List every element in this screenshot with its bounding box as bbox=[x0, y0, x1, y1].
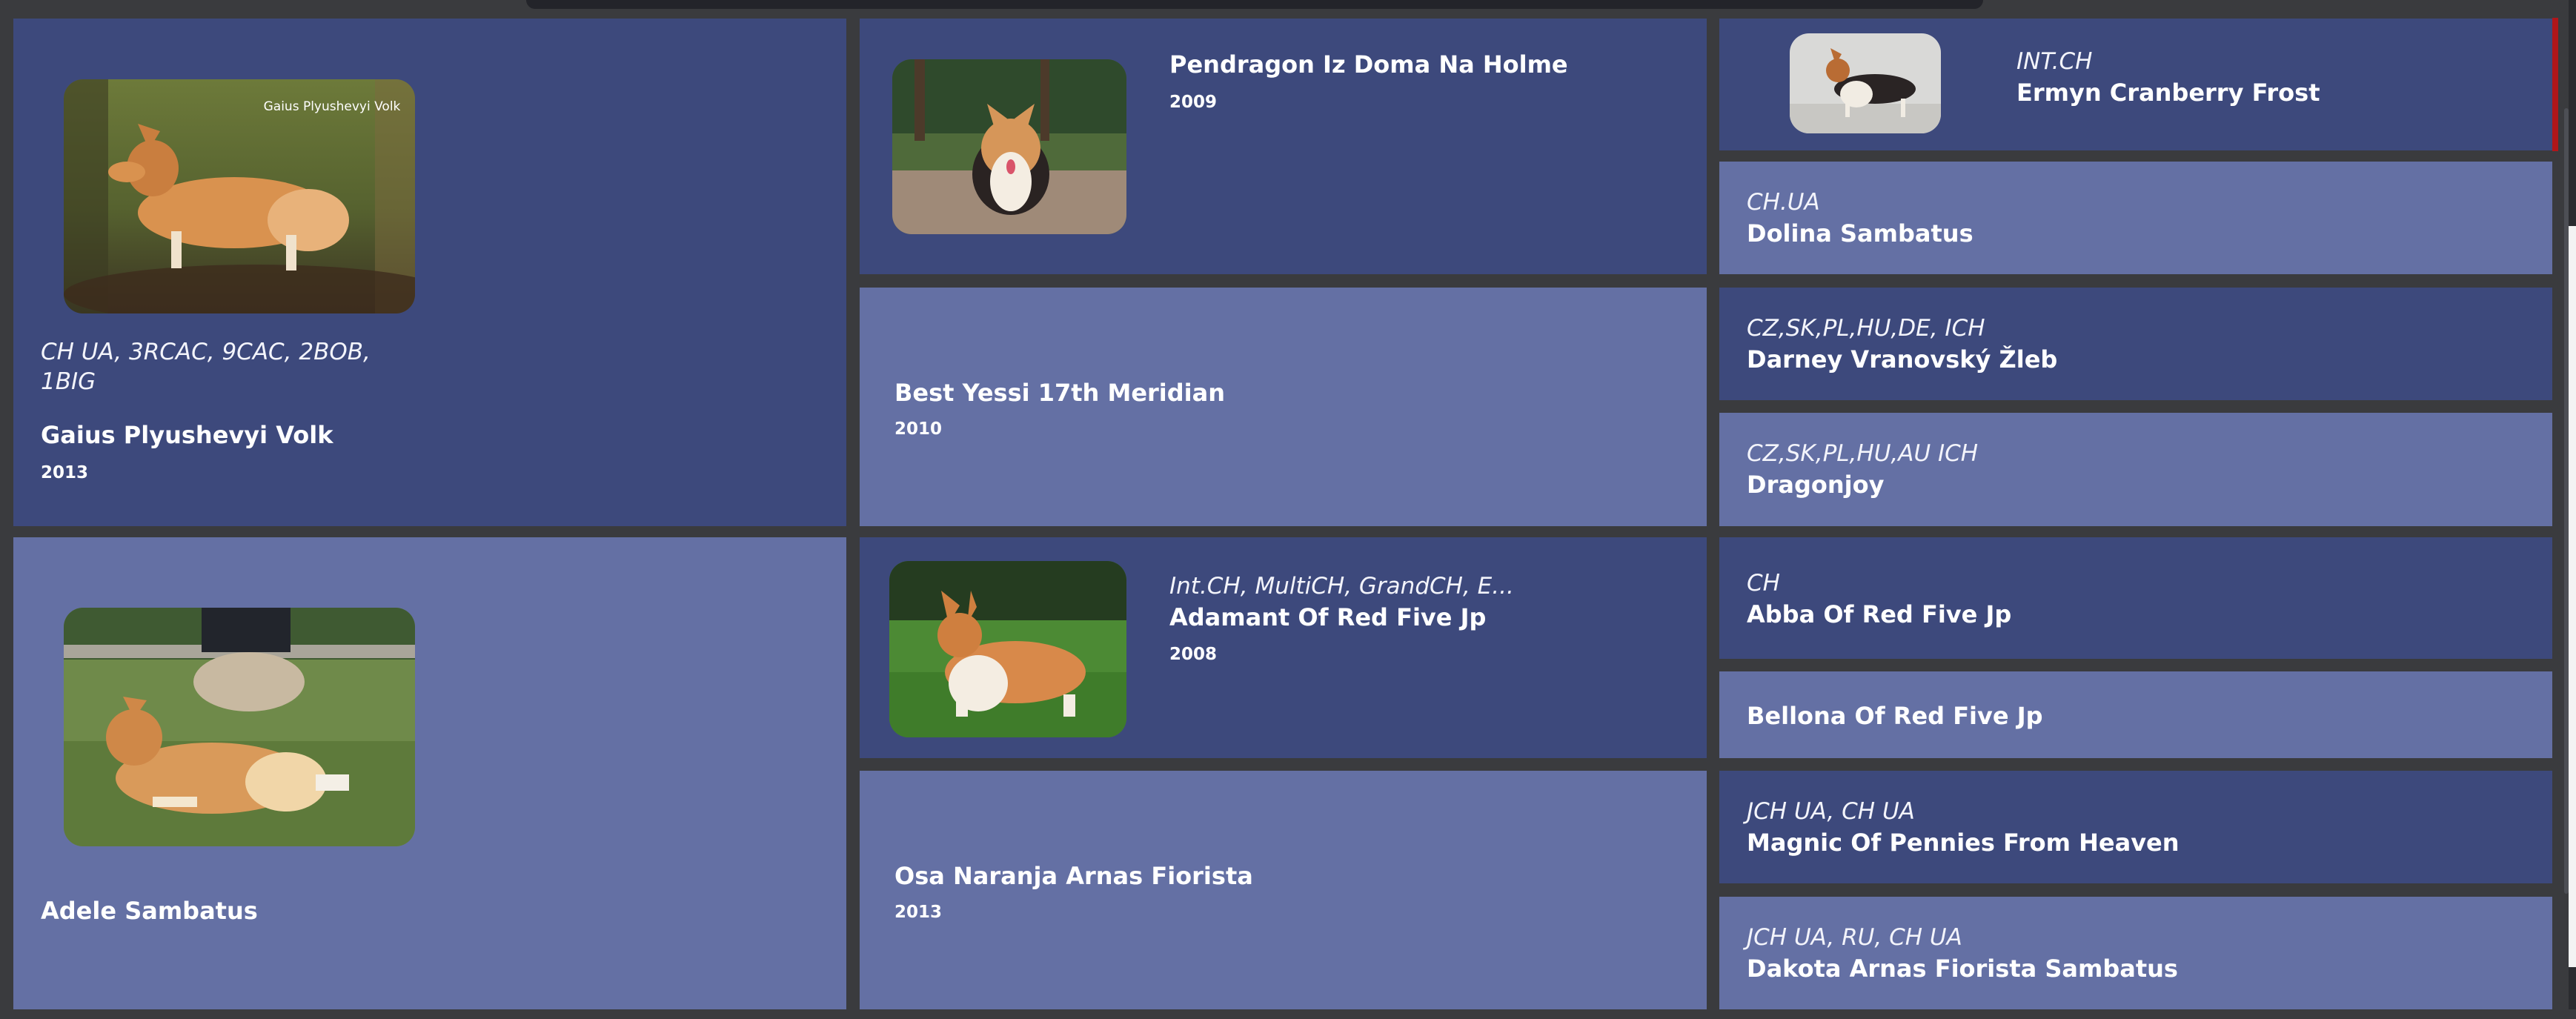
dam-dam-name[interactable]: Osa Naranja Arnas Fiorista bbox=[894, 860, 1253, 892]
sire-sire-photo[interactable] bbox=[892, 59, 1126, 234]
dam-sire-titles: Int.CH, MultiCH, GrandCH, E... bbox=[1169, 573, 1514, 600]
dam-photo[interactable] bbox=[64, 608, 415, 846]
ggp-3-name[interactable]: Darney Vranovský Žleb bbox=[1747, 343, 2057, 376]
sire-dam-card[interactable]: Best Yessi 17th Meridian 2010 bbox=[860, 288, 1707, 526]
ggp-6-name[interactable]: Bellona Of Red Five Jp bbox=[1747, 700, 2043, 732]
subject-year: 2013 bbox=[41, 463, 89, 482]
ggp-card-5[interactable]: CH Abba Of Red Five Jp bbox=[1719, 537, 2552, 659]
dam-dam-card[interactable]: Osa Naranja Arnas Fiorista 2013 bbox=[860, 771, 1707, 1009]
dam-sire-card[interactable]: Int.CH, MultiCH, GrandCH, E... Adamant O… bbox=[860, 537, 1707, 758]
subject-name[interactable]: Gaius Plyushevyi Volk bbox=[41, 419, 333, 451]
ggp-5-name[interactable]: Abba Of Red Five Jp bbox=[1747, 598, 2011, 631]
top-bar bbox=[526, 0, 1983, 9]
dam-name[interactable]: Adele Sambatus bbox=[41, 894, 258, 927]
ggp-card-2[interactable]: CH.UA Dolina Sambatus bbox=[1719, 162, 2552, 274]
ggp-4-titles: CZ,SK,PL,HU,AU ICH bbox=[1747, 440, 1979, 467]
ggp-7-titles: JCH UA, CH UA bbox=[1747, 798, 1915, 825]
ggp-1-titles: INT.CH bbox=[2016, 48, 2093, 75]
ggp-2-name[interactable]: Dolina Sambatus bbox=[1747, 217, 1974, 250]
accent-marker bbox=[2552, 18, 2558, 151]
ggp-8-titles: JCH UA, RU, CH UA bbox=[1747, 924, 1962, 951]
side-panel-edge-light bbox=[2569, 226, 2576, 967]
ggp-card-7[interactable]: JCH UA, CH UA Magnic Of Pennies From Hea… bbox=[1719, 771, 2552, 883]
ggp-card-6[interactable]: Bellona Of Red Five Jp bbox=[1719, 671, 2552, 758]
ggp-3-titles: CZ,SK,PL,HU,DE, ICH bbox=[1747, 315, 1985, 342]
ggp-8-name[interactable]: Dakota Arnas Fiorista Sambatus bbox=[1747, 952, 2178, 985]
subject-photo-watermark: Gaius Plyushevyi Volk bbox=[264, 99, 401, 114]
sire-sire-name[interactable]: Pendragon Iz Doma Na Holme bbox=[1169, 48, 1568, 81]
sire-sire-year: 2009 bbox=[1169, 93, 1218, 112]
dam-sire-year: 2008 bbox=[1169, 645, 1218, 664]
subject-titles: CH UA, 3RCAC, 9CAC, 2BOB, 1BIG bbox=[41, 339, 371, 395]
ggp-2-titles: CH.UA bbox=[1747, 189, 1820, 216]
sire-dam-name[interactable]: Best Yessi 17th Meridian bbox=[894, 376, 1225, 409]
dam-dam-year: 2013 bbox=[894, 903, 943, 922]
sire-sire-card[interactable]: Pendragon Iz Doma Na Holme 2009 bbox=[860, 19, 1707, 274]
dam-sire-name[interactable]: Adamant Of Red Five Jp bbox=[1169, 601, 1486, 634]
ggp-card-1[interactable]: INT.CH Ermyn Cranberry Frost bbox=[1719, 19, 2552, 150]
pedigree-page: Gaius Plyushevyi Volk CH UA, 3RCAC, 9CAC… bbox=[0, 0, 2576, 1019]
subject-photo[interactable]: Gaius Plyushevyi Volk bbox=[64, 79, 415, 313]
ggp-card-8[interactable]: JCH UA, RU, CH UA Dakota Arnas Fiorista … bbox=[1719, 897, 2552, 1009]
ggp-1-name[interactable]: Ermyn Cranberry Frost bbox=[2016, 76, 2320, 109]
subject-card[interactable]: Gaius Plyushevyi Volk CH UA, 3RCAC, 9CAC… bbox=[13, 19, 846, 526]
ggp-4-name[interactable]: Dragonjoy bbox=[1747, 468, 1884, 501]
dam-sire-photo[interactable] bbox=[889, 561, 1126, 737]
ggp-1-photo[interactable] bbox=[1790, 33, 1941, 133]
ggp-7-name[interactable]: Magnic Of Pennies From Heaven bbox=[1747, 826, 2180, 859]
sire-dam-year: 2010 bbox=[894, 419, 943, 439]
bottom-strip bbox=[0, 1009, 2576, 1019]
ggp-card-3[interactable]: CZ,SK,PL,HU,DE, ICH Darney Vranovský Žle… bbox=[1719, 288, 2552, 400]
ggp-card-4[interactable]: CZ,SK,PL,HU,AU ICH Dragonjoy bbox=[1719, 413, 2552, 526]
dam-card[interactable]: Adele Sambatus bbox=[13, 537, 846, 1009]
ggp-5-titles: CH bbox=[1747, 570, 1780, 597]
